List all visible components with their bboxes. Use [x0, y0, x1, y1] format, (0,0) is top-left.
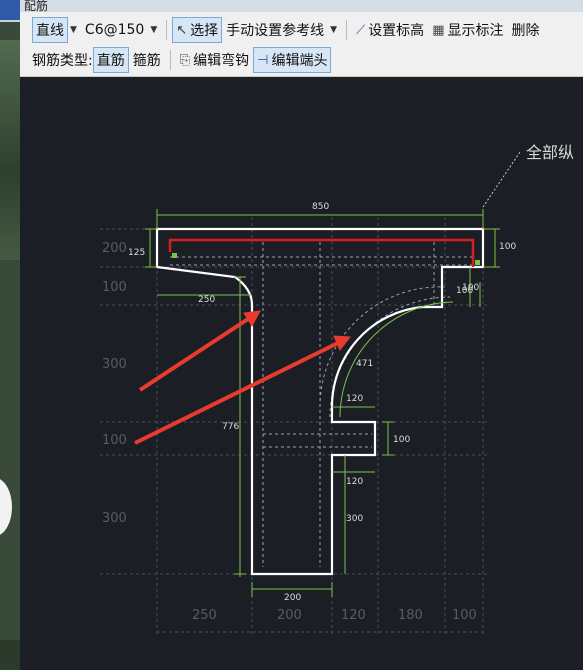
cursor-arrow-icon: ↖: [176, 22, 188, 38]
toolbar-divider: [169, 50, 171, 70]
background-circle-decoration: [0, 478, 12, 536]
top-rebar: [168, 238, 475, 267]
grid-bottom-label: 200: [277, 608, 302, 623]
grid-left-label: 300: [102, 511, 127, 526]
callout-leader: [482, 151, 521, 208]
rebar-type-label: 钢筋类型:: [32, 53, 93, 69]
grid-left-label: 100: [102, 433, 127, 448]
toolbar-divider: [166, 20, 168, 40]
grid-left-label: 300: [102, 357, 127, 372]
dim-top-height: 100: [499, 242, 517, 252]
callout-label: 全部纵: [526, 143, 575, 162]
line-mode-label: 直线: [36, 23, 64, 39]
edit-end-button[interactable]: ⊣ 编辑端头: [253, 47, 332, 73]
chevron-down-icon[interactable]: ▼: [150, 25, 157, 35]
grid-bottom-label: 100: [452, 608, 477, 623]
dim-notch-120b: 120: [346, 477, 364, 487]
manual-reference-line-button[interactable]: 手动设置参考线: [222, 17, 328, 43]
dim-left-125: 125: [128, 248, 146, 258]
section-drawing: [100, 151, 521, 637]
toolbar-row-2: 钢筋类型: 直筋 箍筋 ⎘ 编辑弯钩 ⊣ 编辑端头: [32, 46, 332, 74]
select-button[interactable]: ↖ 选择: [172, 17, 223, 43]
dim-right-100b: 100: [456, 286, 474, 296]
background-bottom: [0, 640, 20, 670]
chevron-down-icon[interactable]: ▼: [330, 25, 337, 35]
grid-bottom-label: 250: [192, 608, 217, 623]
set-elevation-label: 设置标高: [368, 23, 425, 39]
grid-bottom-label: 180: [398, 608, 423, 623]
dim-web-776: 776: [222, 422, 240, 432]
end-cap-icon: ⊣: [257, 52, 269, 68]
toolbar: 直线 ▼ C6@150 ▼ ↖ 选择 手动设置参考线 ▼ ⟋ 设置标高 ▦ 显示标注 …: [20, 12, 583, 77]
set-elevation-button[interactable]: ⟋ 设置标高: [352, 17, 428, 43]
delete-button[interactable]: 删除: [507, 17, 543, 43]
app-icon: [0, 0, 20, 22]
red-arrows: [134, 310, 351, 445]
background-desktop-strip: [0, 0, 20, 670]
straight-rebar-button[interactable]: 直筋: [92, 47, 129, 73]
straight-rebar-label: 直筋: [96, 53, 125, 69]
dim-stem-offset: 250: [198, 295, 216, 305]
title-bar: 配筋: [20, 0, 583, 13]
toolbar-divider: [346, 20, 348, 40]
rebar-spec-value: C6@150: [84, 22, 145, 38]
dim-notch-100: 100: [393, 435, 411, 445]
rebar-spec-select[interactable]: C6@150: [81, 17, 148, 43]
dim-arc: 471: [356, 359, 374, 369]
line-mode-button[interactable]: 直线: [32, 17, 68, 43]
grid-left-label: 200: [102, 241, 127, 256]
show-annotation-button[interactable]: ▦ 显示标注: [428, 17, 507, 43]
annotation-icon: ▦: [432, 22, 445, 38]
delete-label: 删除: [511, 23, 540, 39]
elevation-icon: ⟋: [356, 22, 366, 38]
drawing-canvas[interactable]: 全部纵 850 100 125 250 100 100 471 120 100 …: [20, 77, 583, 670]
edit-hook-button[interactable]: ⎘ 编辑弯钩: [176, 47, 253, 73]
grid-left-label: 100: [102, 280, 127, 295]
dim-lower-300: 300: [346, 514, 364, 524]
manual-reference-line-label: 手动设置参考线: [226, 23, 325, 39]
show-annotation-label: 显示标注: [447, 23, 504, 39]
toolbar-row-1: 直线 ▼ C6@150 ▼ ↖ 选择 手动设置参考线 ▼ ⟋ 设置标高 ▦ 显示标注 …: [32, 16, 543, 44]
dim-bottom-200: 200: [284, 593, 302, 603]
stirrup-label: 箍筋: [132, 53, 161, 69]
chevron-down-icon[interactable]: ▼: [70, 25, 77, 35]
stirrup-button[interactable]: 箍筋: [129, 47, 165, 73]
dim-notch-120a: 120: [346, 394, 364, 404]
dim-top-width: 850: [312, 202, 330, 212]
grid-bottom-label: 120: [341, 608, 366, 623]
select-label: 选择: [190, 23, 219, 39]
background-tree-image: [0, 40, 20, 260]
edit-end-label: 编辑端头: [271, 53, 328, 69]
hook-icon: ⎘: [179, 52, 191, 68]
edit-hook-label: 编辑弯钩: [193, 53, 250, 69]
